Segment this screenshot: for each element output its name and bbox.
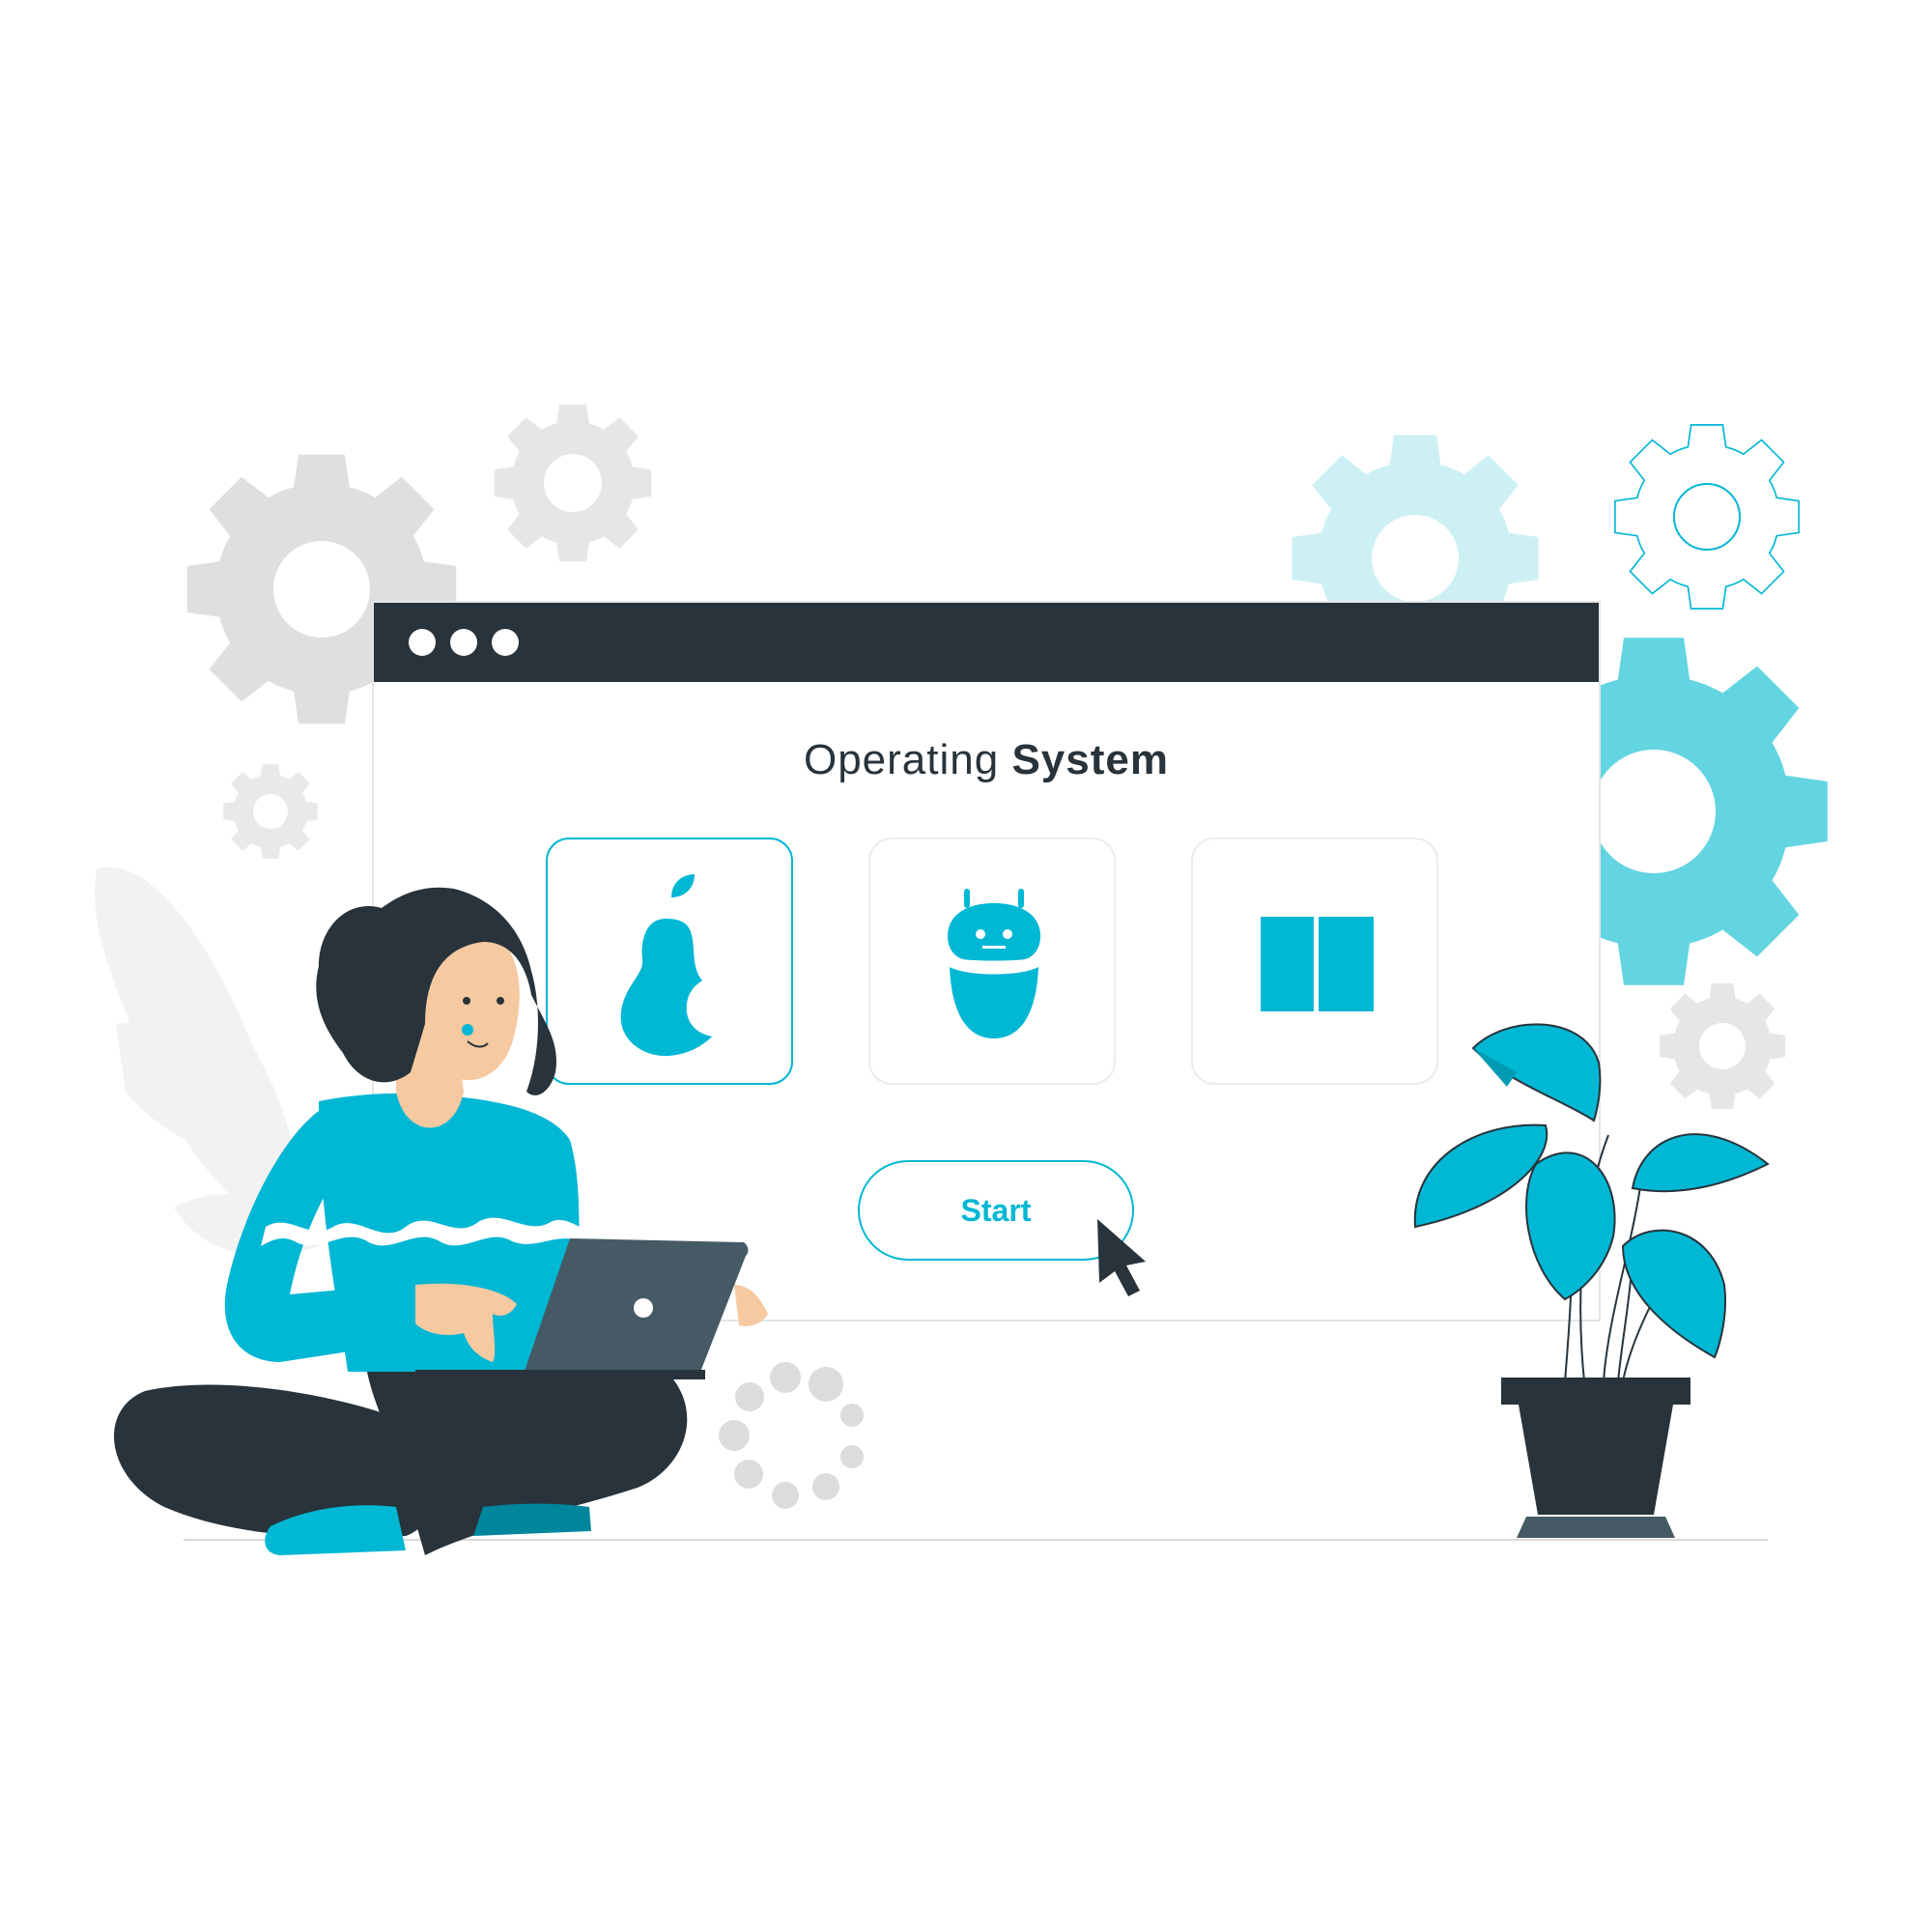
person-with-laptop	[113, 887, 768, 1555]
potted-plant	[1413, 1023, 1770, 1538]
mouse-cursor-icon	[1097, 1219, 1146, 1296]
foreground-illustration	[113, 887, 1770, 1555]
